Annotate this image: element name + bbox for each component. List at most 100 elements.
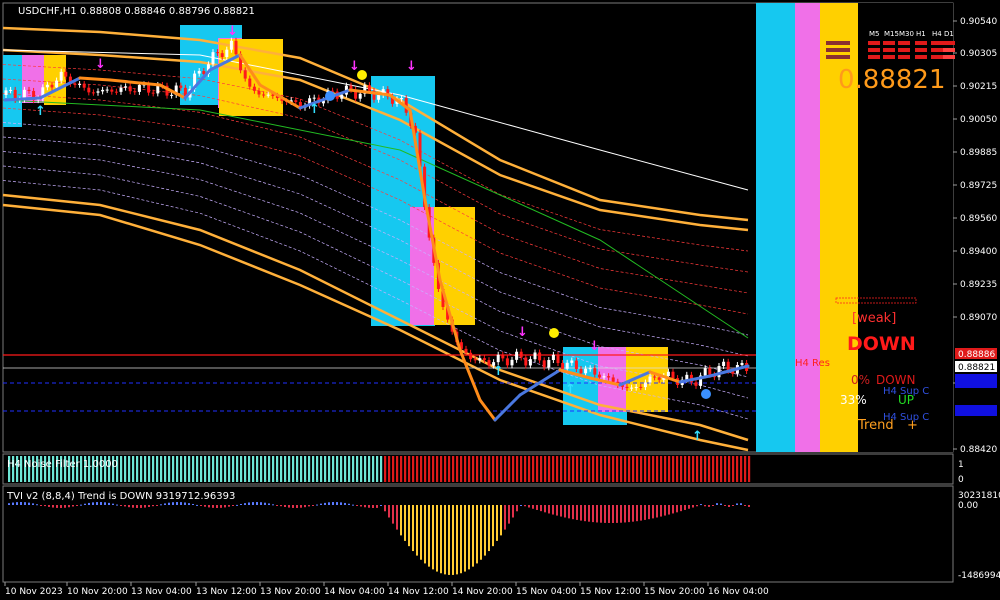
support-tag-1 <box>955 374 997 388</box>
candle-body <box>579 368 583 374</box>
tvi-bar <box>84 503 86 505</box>
noise-filter-bar <box>164 456 167 482</box>
timeframe-label: H4 <box>932 30 942 38</box>
price-tick-label: 0.89235 <box>960 280 997 290</box>
noise-filter-bar <box>744 456 747 482</box>
resistance-tag: 0.88886 <box>958 350 995 360</box>
noise-filter-bar <box>392 456 395 482</box>
noise-filter-bar <box>300 456 303 482</box>
timeframe-label: M5 <box>869 30 880 38</box>
tvi-bar <box>664 505 666 516</box>
noise-filter-bar <box>712 456 715 482</box>
candle-body <box>45 84 49 88</box>
noise-filter-bar <box>376 456 379 482</box>
tvi-bar <box>384 505 386 512</box>
noise-filter-bar <box>148 456 151 482</box>
noise-filter-bar <box>464 456 467 482</box>
candle-body <box>588 368 592 370</box>
tvi-bar <box>492 505 494 547</box>
candle-body <box>110 89 114 92</box>
candle-body <box>133 91 137 93</box>
tvi-bar <box>92 502 94 505</box>
tvi-bar <box>236 504 238 506</box>
tvi-bar <box>548 505 550 514</box>
tvi-bar <box>176 502 178 505</box>
noise-filter-bar <box>384 456 387 482</box>
noise-filter-bar <box>352 456 355 482</box>
tvi-bar <box>268 503 270 505</box>
tvi-bar <box>20 502 22 505</box>
candle-body <box>469 352 473 360</box>
tvi-bar <box>12 502 14 505</box>
tvi-bar <box>168 502 170 505</box>
tvi-bar <box>688 505 690 509</box>
tvi-bar <box>568 505 570 519</box>
buy-arrow-icon: ↑ <box>692 429 703 444</box>
noise-filter-bar <box>504 456 507 482</box>
candle-body <box>64 71 68 77</box>
candle-body <box>653 376 657 378</box>
time-tick-label: 10 Nov 20:00 <box>67 587 128 597</box>
tvi-bar <box>260 502 262 505</box>
timeframe-row-label <box>826 41 850 45</box>
tvi-bar <box>72 505 74 507</box>
noise-filter-bar <box>284 456 287 482</box>
timeframe-row-label <box>826 55 850 59</box>
candle-body <box>312 97 316 99</box>
timeframe-cell <box>931 55 943 59</box>
noise-filter-title: H4 Noise Filter 1.0000 <box>7 459 118 470</box>
noise-filter-bar <box>276 456 279 482</box>
tvi-bar <box>736 503 738 505</box>
tvi-bar <box>540 505 542 512</box>
noise-filter-bar <box>364 456 367 482</box>
noise-filter-bar <box>292 456 295 482</box>
price-tick-label: 0.88420 <box>960 445 997 455</box>
pct-up-word: UP <box>898 393 914 407</box>
price-tick-label: 0.89070 <box>960 313 997 323</box>
candle-body <box>740 362 744 366</box>
tvi-bar <box>724 505 726 506</box>
noise-filter-bar <box>124 456 127 482</box>
tvi-bar <box>352 504 354 506</box>
noise-filter-bar <box>332 456 335 482</box>
tvi-bar <box>344 502 346 505</box>
noise-filter-bar <box>280 456 283 482</box>
tvi-bar <box>272 504 274 506</box>
noise-filter-bar <box>296 456 299 482</box>
candle-body <box>128 86 132 92</box>
noise-filter-bar <box>192 456 195 482</box>
candle-body <box>648 376 652 383</box>
noise-filter-bar <box>416 456 419 482</box>
tvi-bar <box>656 505 658 518</box>
candle-body <box>101 89 105 92</box>
chart-canvas[interactable]: ↓↓↓ ↓↓↓↑ ↑↑↑↑ 0.905400.903050.902150.90050… <box>0 0 1000 600</box>
noise-filter-bar <box>200 456 203 482</box>
tvi-bar <box>440 505 442 574</box>
timeframe-cell <box>868 55 880 59</box>
noise-filter-histogram <box>8 456 751 482</box>
right-bar-cyan <box>756 3 795 452</box>
noise-filter-bar <box>304 456 307 482</box>
noise-filter-bar <box>264 456 267 482</box>
tvi-bar <box>164 503 166 505</box>
noise-filter-bar <box>648 456 651 482</box>
noise-filter-bar <box>656 456 659 482</box>
tvi-bar <box>288 505 290 508</box>
tvi-bar <box>128 505 130 508</box>
noise-filter-bar <box>576 456 579 482</box>
tvi-bar <box>476 505 478 564</box>
candle-body <box>584 368 588 374</box>
tvi-bar <box>576 505 578 520</box>
candle-body <box>722 361 726 366</box>
tvi-bar <box>28 502 30 505</box>
noise-filter-bar <box>440 456 443 482</box>
candle-body <box>151 92 155 94</box>
candle-body <box>547 360 551 368</box>
noise-filter-bar <box>452 456 455 482</box>
timeframe-cell <box>943 55 955 59</box>
tvi-bar <box>452 505 454 575</box>
tvi-bar <box>104 502 106 505</box>
noise-filter-bar <box>544 456 547 482</box>
time-tick-label: 10 Nov 2023 <box>5 587 63 597</box>
candle-body <box>634 386 638 388</box>
